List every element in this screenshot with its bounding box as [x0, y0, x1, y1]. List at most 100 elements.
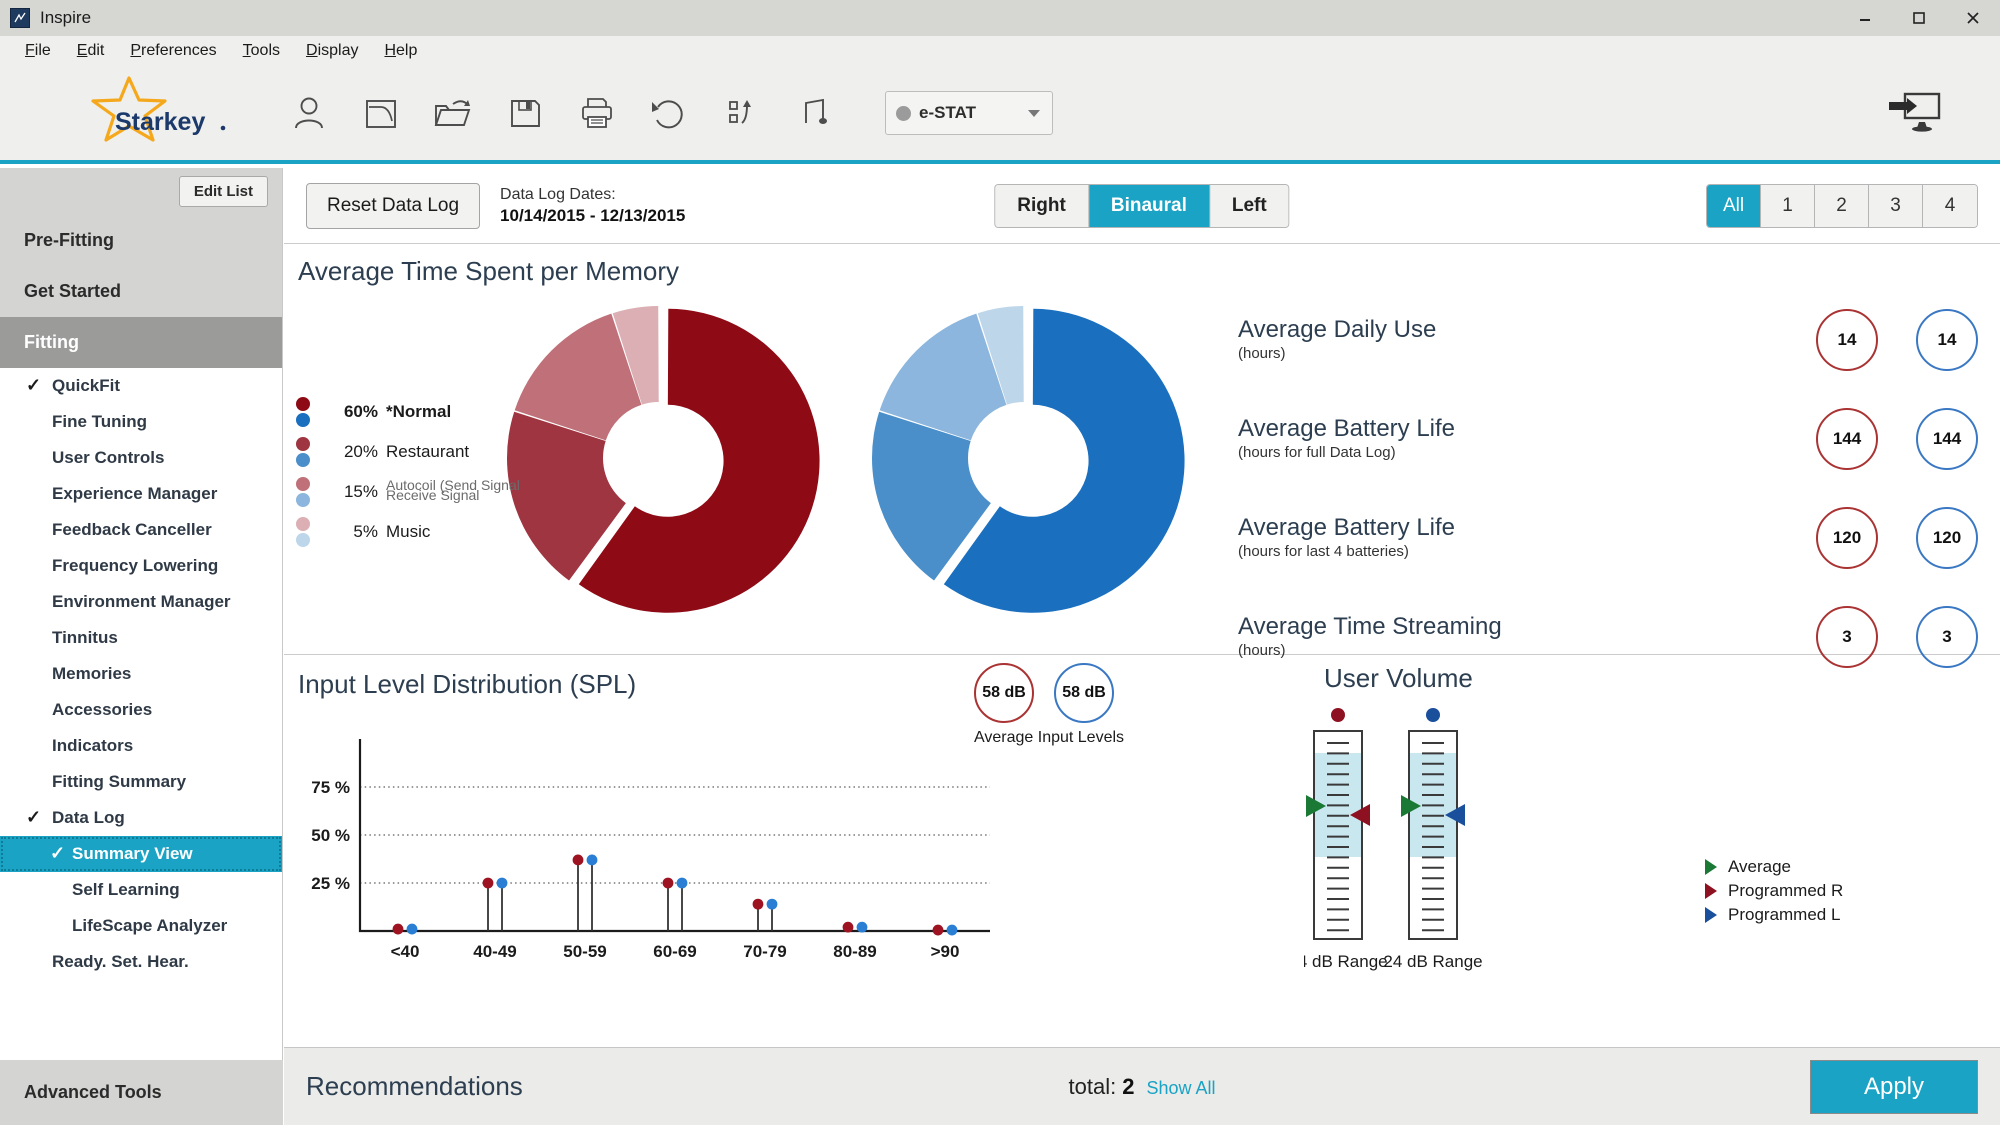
- x-axis-tick-label: 50-59: [563, 942, 606, 961]
- memory-legend: 60% *Normal 20% Restaurant 15% Autocoil (Send…: [292, 392, 566, 552]
- sidebar-item-indicators[interactable]: Indicators: [0, 728, 282, 764]
- sidebar-item-label: Summary View: [72, 844, 193, 863]
- marker-icon: [1705, 883, 1717, 899]
- menu-file[interactable]: FFileile: [12, 40, 64, 62]
- sidebar-item-experience-manager[interactable]: Experience Manager: [0, 476, 282, 512]
- minimize-icon[interactable]: [1838, 0, 1892, 36]
- user-volume-legend: Average Programmed R Programmed L: [1704, 855, 1843, 927]
- stat-value-left: 144: [1916, 407, 1978, 470]
- stat-text: Average Battery Life (hours for last 4 ba…: [1238, 514, 1816, 560]
- chevron-down-icon: [1028, 109, 1040, 117]
- menu-preferences[interactable]: Preferences: [117, 40, 229, 62]
- menu-edit[interactable]: Edit: [64, 40, 118, 62]
- stat-row: Average Battery Life (hours for full Data…: [1238, 389, 1978, 488]
- user-volume-legend-item: Programmed R: [1704, 879, 1843, 903]
- legend-label-overlapping: Autocoil (Send Signal Receive Signal: [386, 475, 566, 509]
- edit-list-button[interactable]: Edit List: [178, 176, 268, 207]
- connect-display-icon[interactable]: [1883, 86, 1945, 141]
- chart-data-point: [572, 854, 584, 866]
- stat-subtitle: (hours for full Data Log): [1238, 444, 1396, 462]
- sidebar-item-ready-set-hear[interactable]: Ready. Set. Hear.: [0, 944, 282, 980]
- sidebar-item-data-log[interactable]: ✓ Data Log: [0, 800, 282, 836]
- memory-tab-3[interactable]: 3: [1869, 184, 1923, 227]
- sidebar-item-lifescape-analyzer[interactable]: LifeScape Analyzer: [0, 908, 282, 944]
- ear-option-right[interactable]: Right: [995, 184, 1089, 227]
- menu-help[interactable]: Help: [371, 40, 430, 62]
- user-volume-legend-label: Programmed L: [1728, 905, 1841, 924]
- user-volume-sliders: 24 dB Range24 dB Range: [1288, 703, 1564, 978]
- transfer-icon[interactable]: [705, 77, 777, 149]
- undo-icon[interactable]: [633, 77, 705, 149]
- stat-text: Average Time Streaming (hours): [1238, 613, 1816, 659]
- sidebar-group-pre-fitting[interactable]: Pre-Fitting: [0, 215, 282, 266]
- avg-input-right: 58 dB: [974, 663, 1034, 723]
- user-volume-legend-label: Programmed R: [1728, 881, 1844, 900]
- data-log-dates-label: Data Log Dates:: [500, 185, 616, 203]
- person-icon[interactable]: [273, 77, 345, 149]
- avg-input-left: 58 dB: [1054, 663, 1114, 723]
- reset-data-log-button[interactable]: Reset Data Log: [306, 182, 481, 229]
- close-icon[interactable]: [1946, 0, 2000, 36]
- sidebar-item-self-learning[interactable]: Self Learning: [0, 872, 282, 908]
- memory-tab-2[interactable]: 2: [1815, 184, 1869, 227]
- chart-data-point: [676, 877, 688, 889]
- memory-tab-all[interactable]: All: [1707, 184, 1761, 227]
- legend-item: 15% Autocoil (Send Signal Receive Signal: [292, 472, 566, 512]
- sidebar-item-fitting-summary[interactable]: Fitting Summary: [0, 764, 282, 800]
- menu-display[interactable]: Display: [293, 40, 371, 62]
- data-log-dates: Data Log Dates: 10/14/2015 - 12/13/2015: [500, 185, 685, 226]
- memory-tab-4[interactable]: 4: [1923, 184, 1977, 227]
- sidebar-item-label: Indicators: [52, 736, 134, 755]
- ear-option-left[interactable]: Left: [1209, 184, 1289, 227]
- sidebar-group-fitting[interactable]: Fitting: [0, 317, 282, 368]
- open-folder-icon[interactable]: [417, 77, 489, 149]
- memory-tab-1[interactable]: 1: [1761, 184, 1815, 227]
- sidebar-item-accessories[interactable]: Accessories: [0, 692, 282, 728]
- ear-option-binaural[interactable]: Binaural: [1088, 184, 1210, 227]
- sidebar-item-quickfit[interactable]: ✓ QuickFit: [0, 368, 282, 404]
- sidebar-item-environment-manager[interactable]: Environment Manager: [0, 584, 282, 620]
- sidebar-item-frequency-lowering[interactable]: Frequency Lowering: [0, 548, 282, 584]
- chart-data-point: [856, 921, 868, 933]
- total-label: total:: [1068, 1073, 1117, 1099]
- music-note-icon[interactable]: [777, 77, 849, 149]
- recommendations-label: Recommendations: [306, 1071, 523, 1101]
- sidebar-group-get-started[interactable]: Get Started: [0, 266, 282, 317]
- data-log-dates-value: 10/14/2015 - 12/13/2015: [500, 205, 686, 225]
- chart-data-point: [752, 898, 764, 910]
- spl-chart: 25 % 50 % 75 % <40 40-49 50-59 60-69 70-79 80-89…: [298, 729, 998, 974]
- sidebar-item-feedback-canceller[interactable]: Feedback Canceller: [0, 512, 282, 548]
- apply-button[interactable]: Apply: [1810, 1059, 1978, 1114]
- stat-text: Average Daily Use (hours): [1238, 315, 1816, 362]
- check-icon: ✓: [50, 843, 66, 863]
- save-icon[interactable]: [489, 77, 561, 149]
- chart-data-point: [406, 923, 418, 935]
- sidebar-item-user-controls[interactable]: User Controls: [0, 440, 282, 476]
- sidebar-item-memories[interactable]: Memories: [0, 656, 282, 692]
- sidebar-header: Edit List: [0, 168, 282, 215]
- chart-data-point: [766, 898, 778, 910]
- show-all-link[interactable]: Show All: [1146, 1078, 1215, 1099]
- total-value: 2: [1122, 1073, 1135, 1099]
- maximize-icon[interactable]: [1892, 0, 1946, 36]
- app-icon: [10, 8, 30, 28]
- device-select[interactable]: e-STAT: [885, 91, 1053, 135]
- sidebar-item-fine-tuning[interactable]: Fine Tuning: [0, 404, 282, 440]
- sidebar-item-label: LifeScape Analyzer: [72, 916, 228, 935]
- chart-data-point: [496, 877, 508, 889]
- stat-value-left: 14: [1916, 308, 1978, 371]
- legend-label: Restaurant: [386, 442, 470, 461]
- sidebar-item-summary-view[interactable]: ✓ Summary View: [0, 836, 282, 872]
- legend-label: Music: [386, 522, 431, 541]
- sidebar-item-tinnitus[interactable]: Tinnitus: [0, 620, 282, 656]
- legend-item: 60% *Normal: [292, 392, 566, 432]
- user-volume-legend-label: Average: [1728, 857, 1792, 876]
- marker-icon: [1705, 859, 1717, 875]
- sidebar-group-advanced-tools[interactable]: Advanced Tools: [0, 1060, 283, 1125]
- print-icon[interactable]: [561, 77, 633, 149]
- stat-title: Average Daily Use: [1238, 315, 1437, 343]
- menu-tools[interactable]: Tools: [230, 40, 293, 62]
- audiogram-icon[interactable]: [345, 77, 417, 149]
- stat-text: Average Battery Life (hours for full Data…: [1238, 415, 1816, 462]
- legend-label: *Normal: [386, 402, 452, 421]
